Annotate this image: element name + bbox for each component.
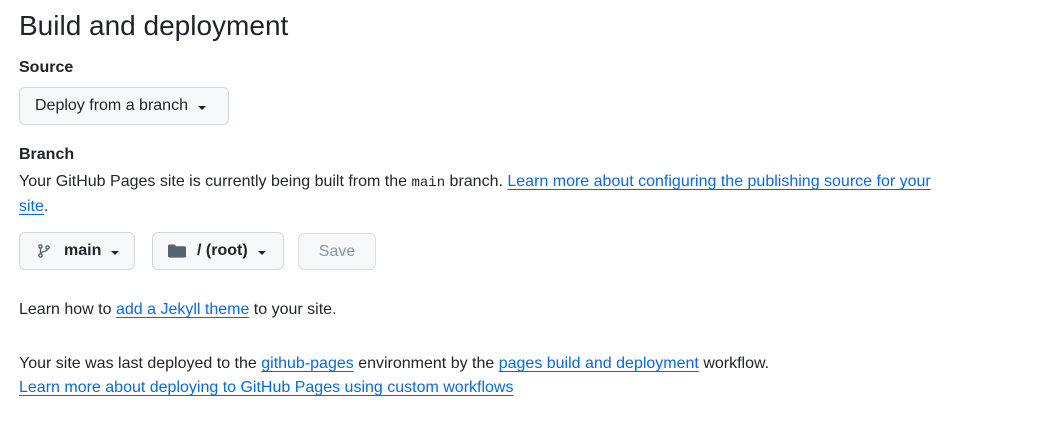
chevron-down-icon (111, 250, 120, 255)
branch-desc-end: . (43, 198, 49, 215)
jekyll-theme-text: Learn how to add a Jekyll theme to your … (19, 298, 949, 322)
custom-workflows-link[interactable]: Learn more about deploying to GitHub Pag… (19, 379, 513, 396)
folder-icon (167, 243, 187, 259)
source-dropdown[interactable]: Deploy from a branch (19, 87, 229, 125)
chevron-down-icon (257, 250, 266, 255)
folder-select-button[interactable]: / (root) (152, 232, 284, 270)
deploy-after: workflow. (698, 355, 770, 372)
branch-desc-before: Your GitHub Pages site is currently bein… (19, 173, 412, 190)
deploy-middle: environment by the (353, 355, 499, 372)
source-label: Source (19, 59, 74, 76)
jekyll-theme-link[interactable]: add a Jekyll theme (116, 301, 249, 318)
github-pages-environment-link[interactable]: github-pages (261, 355, 354, 372)
branch-select-button[interactable]: main (19, 232, 135, 270)
deploy-before: Your site was last deployed to the (19, 355, 262, 372)
branch-desc-after: branch. (445, 173, 508, 190)
branch-label: Branch (19, 146, 75, 163)
pages-workflow-link[interactable]: pages build and deployment (499, 355, 699, 372)
chevron-down-icon (197, 105, 206, 110)
jekyll-before: Learn how to (19, 301, 116, 318)
deployment-info: Your site was last deployed to the githu… (19, 352, 949, 400)
git-branch-icon (36, 243, 52, 259)
source-dropdown-value: Deploy from a branch (35, 97, 188, 114)
branch-description: Your GitHub Pages site is currently bein… (19, 170, 949, 219)
jekyll-after: to your site. (249, 301, 337, 318)
branch-code: main (411, 175, 446, 191)
folder-select-value: / (root) (197, 242, 248, 259)
pages-build-deployment-panel: Build and deployment Source Deploy from … (0, 0, 1055, 428)
branch-select-value: main (64, 242, 102, 259)
save-button[interactable]: Save (298, 233, 376, 270)
section-title: Build and deployment (19, 10, 289, 41)
